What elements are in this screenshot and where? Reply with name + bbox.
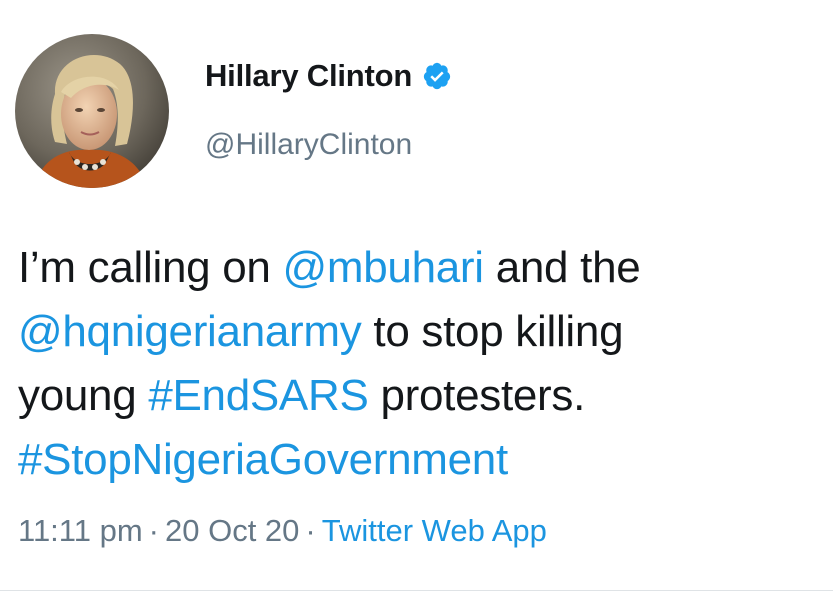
avatar-photo bbox=[15, 34, 169, 188]
tweet-text-segment: protesters. bbox=[380, 371, 586, 420]
tweet-meta: 11:11 pm · 20 Oct 20 · Twitter Web App bbox=[18, 513, 547, 549]
mention-link-hqnigerianarmy[interactable]: @hqnigerianarmy bbox=[18, 307, 362, 356]
tweet-time[interactable]: 11:11 pm bbox=[18, 513, 143, 548]
tweet-text: I’m calling on @mbuhari and the @hqniger… bbox=[18, 236, 818, 492]
meta-separator: · bbox=[148, 513, 159, 548]
verified-badge-icon bbox=[422, 61, 452, 91]
tweet-text-segment: to stop killing bbox=[373, 307, 624, 356]
author-name-row: Hillary Clinton bbox=[205, 58, 452, 94]
mention-link-mbuhari[interactable]: @mbuhari bbox=[283, 243, 485, 292]
hashtag-link-stopnigeriagovernment[interactable]: #StopNigeriaGovernment bbox=[18, 435, 508, 484]
author-display-name[interactable]: Hillary Clinton bbox=[205, 58, 412, 94]
divider bbox=[0, 590, 833, 591]
author-handle[interactable]: @HillaryClinton bbox=[205, 128, 412, 162]
avatar[interactable] bbox=[15, 34, 169, 188]
tweet-date[interactable]: 20 Oct 20 bbox=[165, 513, 299, 548]
hashtag-link-endsars[interactable]: #EndSARS bbox=[148, 371, 368, 420]
tweet-text-segment: I’m calling on bbox=[18, 243, 271, 292]
tweet-text-segment: and the bbox=[495, 243, 641, 292]
tweet-text-segment: young bbox=[18, 371, 137, 420]
meta-separator: · bbox=[305, 513, 316, 548]
tweet-card: Hillary Clinton @HillaryClinton I’m call… bbox=[0, 0, 833, 600]
tweet-source-link[interactable]: Twitter Web App bbox=[322, 513, 547, 548]
